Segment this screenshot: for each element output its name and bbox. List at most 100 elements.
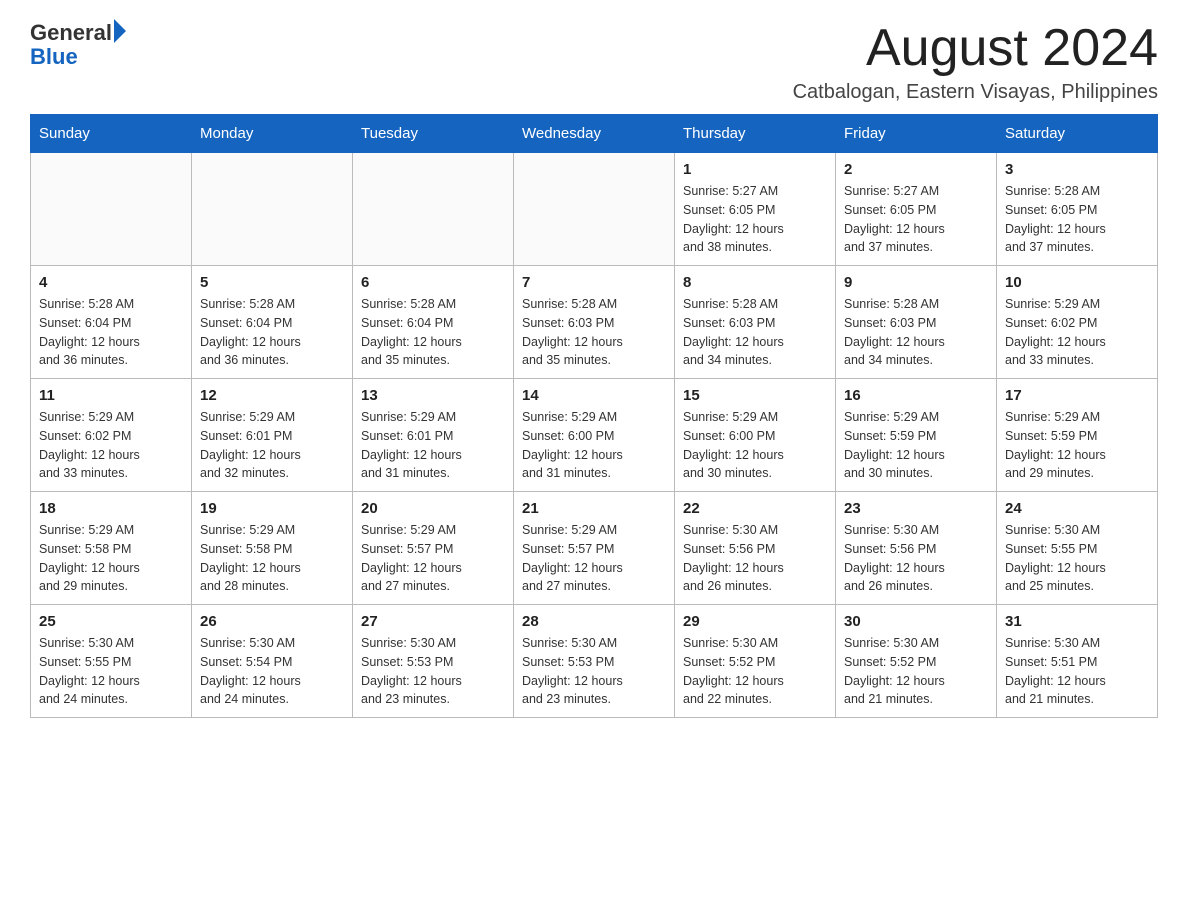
day-number: 13 xyxy=(361,387,505,404)
day-number: 15 xyxy=(683,387,827,404)
calendar-week-row: 11 Sunrise: 5:29 AMSunset: 6:02 PMDayligh… xyxy=(31,379,1158,492)
day-info: Sunrise: 5:28 AMSunset: 6:05 PMDaylight:… xyxy=(1005,182,1149,257)
title-section: August 2024 Catbalogan, Eastern Visayas,… xyxy=(793,20,1158,104)
day-info: Sunrise: 5:30 AMSunset: 5:54 PMDaylight:… xyxy=(200,634,344,709)
calendar-cell: 24 Sunrise: 5:30 AMSunset: 5:55 PMDayligh… xyxy=(997,492,1158,605)
day-number: 26 xyxy=(200,613,344,630)
calendar-cell: 14 Sunrise: 5:29 AMSunset: 6:00 PMDayligh… xyxy=(514,379,675,492)
calendar-cell: 8Sunrise: 5:28 AMSunset: 6:03 PMDaylight… xyxy=(675,266,836,379)
day-header-friday: Friday xyxy=(836,115,997,153)
calendar-cell: 16 Sunrise: 5:29 AMSunset: 5:59 PMDayligh… xyxy=(836,379,997,492)
logo-triangle-icon xyxy=(114,19,126,43)
month-title: August 2024 xyxy=(793,20,1158,77)
day-info: Sunrise: 5:30 AMSunset: 5:53 PMDaylight:… xyxy=(361,634,505,709)
day-info: Sunrise: 5:29 AMSunset: 6:02 PMDaylight:… xyxy=(1005,295,1149,370)
logo: General Blue xyxy=(30,20,126,70)
calendar-week-row: 25 Sunrise: 5:30 AMSunset: 5:55 PMDayligh… xyxy=(31,605,1158,718)
day-info: Sunrise: 5:29 AMSunset: 5:57 PMDaylight:… xyxy=(522,521,666,596)
calendar-cell: 30 Sunrise: 5:30 AMSunset: 5:52 PMDayligh… xyxy=(836,605,997,718)
day-number: 5 xyxy=(200,274,344,291)
calendar-cell: 5Sunrise: 5:28 AMSunset: 6:04 PMDaylight… xyxy=(192,266,353,379)
calendar-cell: 18 Sunrise: 5:29 AMSunset: 5:58 PMDayligh… xyxy=(31,492,192,605)
calendar-cell: 26 Sunrise: 5:30 AMSunset: 5:54 PMDayligh… xyxy=(192,605,353,718)
calendar-cell: 17Sunrise: 5:29 AMSunset: 5:59 PMDayligh… xyxy=(997,379,1158,492)
day-info: Sunrise: 5:29 AMSunset: 5:59 PMDaylight:… xyxy=(1005,408,1149,483)
logo-general-text: General xyxy=(30,20,112,46)
calendar-cell: 11 Sunrise: 5:29 AMSunset: 6:02 PMDayligh… xyxy=(31,379,192,492)
day-number: 16 xyxy=(844,387,988,404)
day-number: 24 xyxy=(1005,500,1149,517)
day-number: 20 xyxy=(361,500,505,517)
day-number: 6 xyxy=(361,274,505,291)
calendar-cell xyxy=(353,153,514,266)
day-number: 18 xyxy=(39,500,183,517)
day-number: 4 xyxy=(39,274,183,291)
day-info: Sunrise: 5:30 AMSunset: 5:51 PMDaylight:… xyxy=(1005,634,1149,709)
day-number: 2 xyxy=(844,161,988,178)
day-info: Sunrise: 5:28 AMSunset: 6:03 PMDaylight:… xyxy=(522,295,666,370)
calendar-cell: 19 Sunrise: 5:29 AMSunset: 5:58 PMDayligh… xyxy=(192,492,353,605)
calendar-cell: 27 Sunrise: 5:30 AMSunset: 5:53 PMDayligh… xyxy=(353,605,514,718)
day-number: 25 xyxy=(39,613,183,630)
day-info: Sunrise: 5:29 AMSunset: 6:02 PMDaylight:… xyxy=(39,408,183,483)
day-info: Sunrise: 5:30 AMSunset: 5:52 PMDaylight:… xyxy=(844,634,988,709)
calendar-week-row: 1 Sunrise: 5:27 AMSunset: 6:05 PMDaylight… xyxy=(31,153,1158,266)
day-info: Sunrise: 5:29 AMSunset: 5:57 PMDaylight:… xyxy=(361,521,505,596)
day-info: Sunrise: 5:29 AMSunset: 6:00 PMDaylight:… xyxy=(522,408,666,483)
calendar-cell: 15Sunrise: 5:29 AMSunset: 6:00 PMDayligh… xyxy=(675,379,836,492)
day-number: 19 xyxy=(200,500,344,517)
calendar-cell: 2 Sunrise: 5:27 AMSunset: 6:05 PMDaylight… xyxy=(836,153,997,266)
calendar-cell xyxy=(514,153,675,266)
day-info: Sunrise: 5:27 AMSunset: 6:05 PMDaylight:… xyxy=(844,182,988,257)
calendar-week-row: 18 Sunrise: 5:29 AMSunset: 5:58 PMDayligh… xyxy=(31,492,1158,605)
day-number: 23 xyxy=(844,500,988,517)
day-number: 27 xyxy=(361,613,505,630)
day-info: Sunrise: 5:30 AMSunset: 5:55 PMDaylight:… xyxy=(39,634,183,709)
calendar-table: SundayMondayTuesdayWednesdayThursdayFrid… xyxy=(30,114,1158,718)
calendar-cell xyxy=(31,153,192,266)
day-number: 3 xyxy=(1005,161,1149,178)
day-number: 21 xyxy=(522,500,666,517)
day-number: 22 xyxy=(683,500,827,517)
day-info: Sunrise: 5:30 AMSunset: 5:55 PMDaylight:… xyxy=(1005,521,1149,596)
calendar-header-row: SundayMondayTuesdayWednesdayThursdayFrid… xyxy=(31,115,1158,153)
day-number: 11 xyxy=(39,387,183,404)
day-header-wednesday: Wednesday xyxy=(514,115,675,153)
day-info: Sunrise: 5:28 AMSunset: 6:04 PMDaylight:… xyxy=(361,295,505,370)
day-info: Sunrise: 5:29 AMSunset: 6:01 PMDaylight:… xyxy=(361,408,505,483)
calendar-cell: 12Sunrise: 5:29 AMSunset: 6:01 PMDayligh… xyxy=(192,379,353,492)
day-number: 30 xyxy=(844,613,988,630)
day-number: 8 xyxy=(683,274,827,291)
calendar-cell: 10 Sunrise: 5:29 AMSunset: 6:02 PMDayligh… xyxy=(997,266,1158,379)
calendar-cell: 20 Sunrise: 5:29 AMSunset: 5:57 PMDayligh… xyxy=(353,492,514,605)
day-header-saturday: Saturday xyxy=(997,115,1158,153)
day-info: Sunrise: 5:28 AMSunset: 6:04 PMDaylight:… xyxy=(39,295,183,370)
day-header-sunday: Sunday xyxy=(31,115,192,153)
calendar-cell: 3 Sunrise: 5:28 AMSunset: 6:05 PMDaylight… xyxy=(997,153,1158,266)
day-info: Sunrise: 5:30 AMSunset: 5:53 PMDaylight:… xyxy=(522,634,666,709)
day-info: Sunrise: 5:29 AMSunset: 5:58 PMDaylight:… xyxy=(200,521,344,596)
day-number: 1 xyxy=(683,161,827,178)
logo-blue-text: Blue xyxy=(30,44,78,70)
day-info: Sunrise: 5:29 AMSunset: 5:58 PMDaylight:… xyxy=(39,521,183,596)
calendar-cell xyxy=(192,153,353,266)
day-number: 10 xyxy=(1005,274,1149,291)
calendar-cell: 22 Sunrise: 5:30 AMSunset: 5:56 PMDayligh… xyxy=(675,492,836,605)
day-info: Sunrise: 5:29 AMSunset: 5:59 PMDaylight:… xyxy=(844,408,988,483)
day-number: 14 xyxy=(522,387,666,404)
page-header: General Blue August 2024 Catbalogan, Eas… xyxy=(30,20,1158,104)
calendar-cell: 9Sunrise: 5:28 AMSunset: 6:03 PMDaylight… xyxy=(836,266,997,379)
day-number: 31 xyxy=(1005,613,1149,630)
calendar-week-row: 4 Sunrise: 5:28 AMSunset: 6:04 PMDaylight… xyxy=(31,266,1158,379)
calendar-cell: 13 Sunrise: 5:29 AMSunset: 6:01 PMDayligh… xyxy=(353,379,514,492)
day-header-thursday: Thursday xyxy=(675,115,836,153)
calendar-cell: 23Sunrise: 5:30 AMSunset: 5:56 PMDayligh… xyxy=(836,492,997,605)
day-number: 28 xyxy=(522,613,666,630)
calendar-cell: 4 Sunrise: 5:28 AMSunset: 6:04 PMDaylight… xyxy=(31,266,192,379)
calendar-cell: 1Sunrise: 5:27 AMSunset: 6:05 PMDaylight… xyxy=(675,153,836,266)
calendar-cell: 31 Sunrise: 5:30 AMSunset: 5:51 PMDayligh… xyxy=(997,605,1158,718)
day-info: Sunrise: 5:30 AMSunset: 5:52 PMDaylight:… xyxy=(683,634,827,709)
day-number: 9 xyxy=(844,274,988,291)
day-info: Sunrise: 5:30 AMSunset: 5:56 PMDaylight:… xyxy=(683,521,827,596)
day-info: Sunrise: 5:29 AMSunset: 6:01 PMDaylight:… xyxy=(200,408,344,483)
